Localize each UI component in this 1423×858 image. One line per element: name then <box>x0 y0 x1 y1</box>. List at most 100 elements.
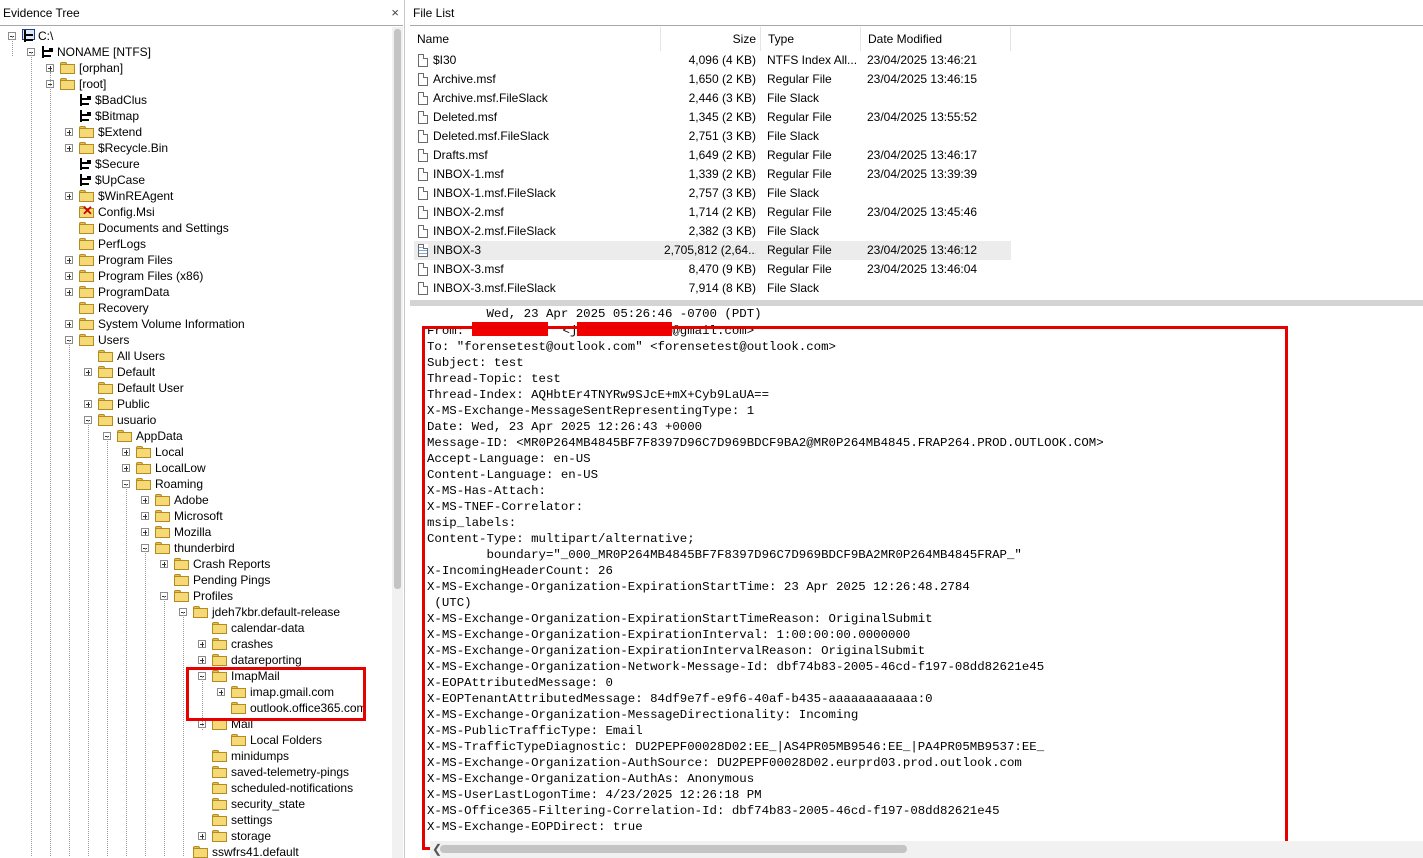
expand-icon[interactable] <box>65 272 73 280</box>
tree-node-label[interactable]: Microsoft <box>174 508 223 524</box>
file-row[interactable]: Deleted.msf 1,345 (2 KB) Regular File 23/04… <box>414 108 1011 127</box>
tree-node-label[interactable]: storage <box>231 828 271 844</box>
file-icon <box>418 54 428 67</box>
tree-node-label[interactable]: Local <box>155 444 184 460</box>
tree-vertical-scrollbar[interactable] <box>392 27 403 858</box>
tree-node-label[interactable]: Pending Pings <box>193 572 270 588</box>
column-header-name[interactable]: Name <box>410 27 661 51</box>
file-row[interactable]: Drafts.msf 1,649 (2 KB) Regular File 23/04/… <box>414 146 1011 165</box>
tree-node-label[interactable]: LocalLow <box>155 460 206 476</box>
tree-node-label[interactable]: Adobe <box>174 492 209 508</box>
expand-icon[interactable] <box>198 832 206 840</box>
tree-node-label[interactable]: Program Files <box>98 252 173 268</box>
tree-node-label[interactable]: crashes <box>231 636 273 652</box>
file-row[interactable]: INBOX-3 2,705,812 (2,64... Regular File 23/… <box>414 241 1011 260</box>
expand-icon[interactable] <box>122 448 130 456</box>
tree-node-label[interactable]: AppData <box>136 428 183 444</box>
tree-node-label[interactable]: scheduled-notifications <box>231 780 353 796</box>
tree-node-label[interactable]: $BadClus <box>95 92 147 108</box>
tree-node-label[interactable]: saved-telemetry-pings <box>231 764 349 780</box>
expand-icon[interactable] <box>141 528 149 536</box>
tree-node-label[interactable]: Mozilla <box>174 524 211 540</box>
expand-icon[interactable] <box>65 256 73 264</box>
tree-node-label[interactable]: $Bitmap <box>95 108 139 124</box>
tree-node-label[interactable]: $WinREAgent <box>98 188 173 204</box>
folder-icon <box>212 798 227 810</box>
horizontal-scrollbar[interactable]: ❮ <box>430 841 1423 858</box>
file-row[interactable]: INBOX-2.msf.FileSlack 2,382 (3 KB) File Sl… <box>414 222 1011 241</box>
tree-node-label[interactable]: PerfLogs <box>98 236 146 252</box>
scrollbar-thumb[interactable] <box>394 29 401 589</box>
tree-node-label[interactable]: $Recycle.Bin <box>98 140 168 156</box>
file-type-cell: Regular File <box>767 262 832 276</box>
tree-node-label[interactable]: $Secure <box>95 156 140 172</box>
tree-node-label[interactable]: thunderbird <box>174 540 235 556</box>
tree-node-label[interactable]: All Users <box>117 348 165 364</box>
tree-node-label[interactable]: Roaming <box>155 476 203 492</box>
file-row[interactable]: INBOX-3.msf 8,470 (9 KB) Regular File 23/04… <box>414 260 1011 279</box>
file-row[interactable]: INBOX-2.msf 1,714 (2 KB) Regular File 23/04… <box>414 203 1011 222</box>
file-row[interactable]: $I30 4,096 (4 KB) NTFS Index All... 23/04/2… <box>414 51 1011 70</box>
tree-node-label[interactable]: [root] <box>79 76 106 92</box>
expand-icon[interactable] <box>141 496 149 504</box>
file-size-cell: 1,649 (2 KB) <box>688 148 756 162</box>
tree-node-label[interactable]: calendar-data <box>231 620 304 636</box>
tree-node-label[interactable]: Config.Msi <box>98 204 155 220</box>
tree-node-label[interactable]: ImapMail <box>231 668 280 684</box>
tree-node-label[interactable]: Crash Reports <box>193 556 270 572</box>
expand-icon[interactable] <box>217 688 225 696</box>
file-row[interactable]: Archive.msf.FileSlack 2,446 (3 KB) File Sl… <box>414 89 1011 108</box>
tree-node-label[interactable]: Recovery <box>98 300 149 316</box>
tree-node-label[interactable]: usuario <box>117 412 156 428</box>
close-icon[interactable]: × <box>391 0 399 26</box>
column-header-size[interactable]: Size <box>661 27 761 51</box>
expand-icon[interactable] <box>65 288 73 296</box>
column-header-type[interactable]: Type <box>761 27 861 51</box>
tree-node-label[interactable]: Default <box>117 364 155 380</box>
tree-node-label[interactable]: Mail <box>231 716 253 732</box>
expand-icon[interactable] <box>122 464 130 472</box>
mft-icon <box>79 110 91 122</box>
tree-node-label[interactable]: Users <box>98 332 129 348</box>
tree-node-label[interactable]: [orphan] <box>79 60 123 76</box>
tree-node-label[interactable]: outlook.office365.com <box>250 700 367 716</box>
folder-icon <box>79 270 94 282</box>
tree-node-label[interactable]: System Volume Information <box>98 316 245 332</box>
tree-node-label[interactable]: $Extend <box>98 124 142 140</box>
file-row[interactable]: INBOX-1.msf.FileSlack 2,757 (3 KB) File Sl… <box>414 184 1011 203</box>
tree-node-label[interactable]: NONAME [NTFS] <box>57 44 151 60</box>
tree-node-label[interactable]: Profiles <box>193 588 233 604</box>
expand-icon[interactable] <box>141 512 149 520</box>
scrollbar-thumb[interactable] <box>440 845 907 853</box>
expand-icon[interactable] <box>65 320 73 328</box>
expand-icon[interactable] <box>65 144 73 152</box>
tree-node-label[interactable]: C:\ <box>38 28 53 44</box>
tree-node-label[interactable]: security_state <box>231 796 305 812</box>
expand-icon[interactable] <box>198 656 206 664</box>
expand-icon[interactable] <box>160 560 168 568</box>
expand-icon[interactable] <box>84 400 92 408</box>
tree-node-label[interactable]: settings <box>231 812 272 828</box>
expand-icon[interactable] <box>84 368 92 376</box>
expand-icon[interactable] <box>65 128 73 136</box>
tree-node-label[interactable]: $UpCase <box>95 172 145 188</box>
tree-node-label[interactable]: ProgramData <box>98 284 169 300</box>
tree-node-label[interactable]: Public <box>117 396 150 412</box>
file-row[interactable]: INBOX-1.msf 1,339 (2 KB) Regular File 23/04… <box>414 165 1011 184</box>
expand-icon[interactable] <box>46 64 54 72</box>
tree-node-label[interactable]: datareporting <box>231 652 302 668</box>
file-row[interactable]: Archive.msf 1,650 (2 KB) Regular File 23/04… <box>414 70 1011 89</box>
tree-node-label[interactable]: jdeh7kbr.default-release <box>212 604 340 620</box>
column-header-date-modified[interactable]: Date Modified <box>861 27 1011 51</box>
tree-node-label[interactable]: imap.gmail.com <box>250 684 334 700</box>
tree-node-label[interactable]: Default User <box>117 380 184 396</box>
expand-icon[interactable] <box>65 192 73 200</box>
tree-node-label[interactable]: minidumps <box>231 748 289 764</box>
tree-node-label[interactable]: Program Files (x86) <box>98 268 203 284</box>
tree-node-label[interactable]: Documents and Settings <box>98 220 229 236</box>
file-row[interactable]: Deleted.msf.FileSlack 2,751 (3 KB) File Sl… <box>414 127 1011 146</box>
tree-node-label[interactable]: Local Folders <box>250 732 322 748</box>
tree-node-label[interactable]: sswfrs41.default <box>212 844 299 858</box>
expand-icon[interactable] <box>198 640 206 648</box>
file-row[interactable]: INBOX-3.msf.FileSlack 7,914 (8 KB) File Sl… <box>414 279 1011 298</box>
